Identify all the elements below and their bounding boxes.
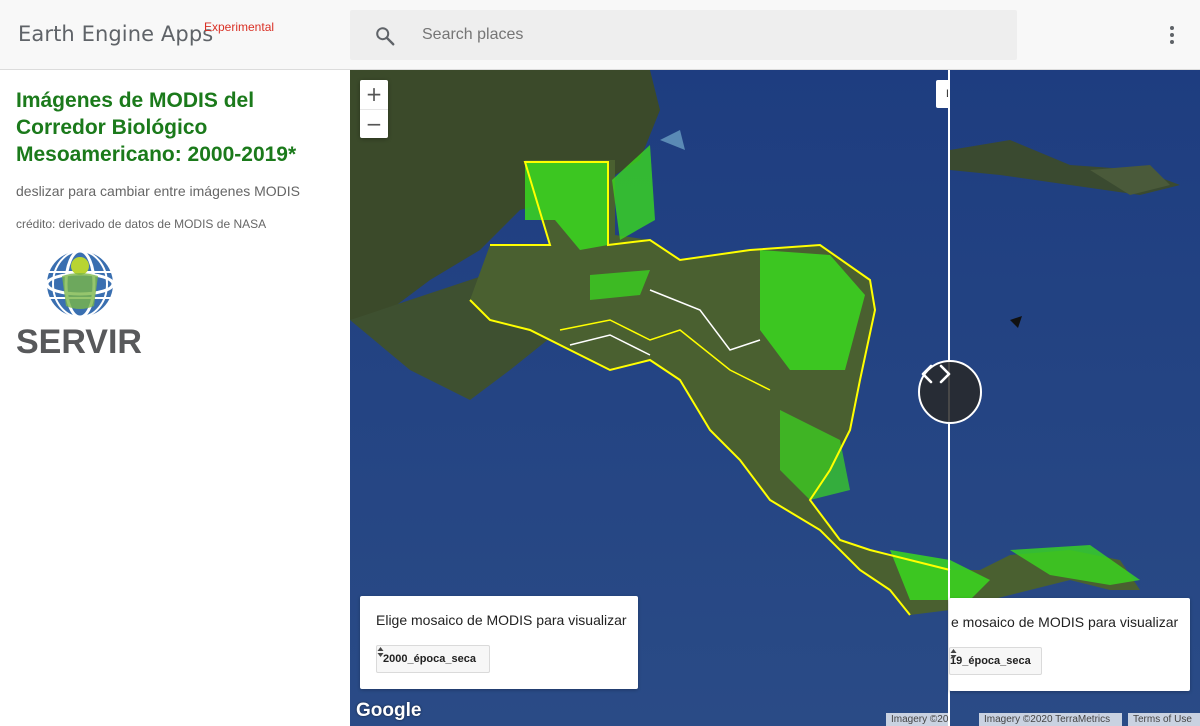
chevron-left-right-icon <box>921 364 951 384</box>
search-box[interactable] <box>350 10 1017 60</box>
select-arrows-icon <box>950 649 957 659</box>
panel-description: deslizar para cambiar entre imágenes MOD… <box>16 183 301 199</box>
mosaic-selector-label: e mosaico de MODIS para visualizar <box>951 614 1179 630</box>
mosaic-selector-right: e mosaico de MODIS para visualizar 19_ép… <box>949 598 1190 691</box>
search-input[interactable] <box>422 10 992 60</box>
split-handle[interactable] <box>918 360 982 424</box>
zoom-out-button[interactable]: − <box>360 109 388 138</box>
map-attribution-left: Imagery ©20 <box>886 713 949 726</box>
servir-logo: SERVIR <box>16 249 142 358</box>
mosaic-select-right[interactable]: 19_época_seca <box>949 647 1042 675</box>
mosaic-selector-label: Elige mosaico de MODIS para visualizar <box>376 612 627 628</box>
app-header: Earth Engine Apps Experimental <box>0 0 1200 70</box>
app-brand[interactable]: Earth Engine Apps <box>18 22 213 46</box>
select-arrows-icon <box>377 647 384 657</box>
side-panel: Imágenes de MODIS del Corredor Biológico… <box>0 70 350 726</box>
panel-credit: crédito: derivado de datos de MODIS de N… <box>16 217 267 231</box>
mosaic-selector-left: Elige mosaico de MODIS para visualizar 2… <box>360 596 638 689</box>
google-logo: Google <box>356 700 422 721</box>
zoom-in-button[interactable]: + <box>360 80 388 109</box>
zoom-control: + − <box>360 80 388 138</box>
experimental-badge: Experimental <box>204 20 275 34</box>
map-canvas[interactable]: + − L Elige mosaico de MODIS para visual… <box>350 70 1200 726</box>
terms-of-use-link[interactable]: Terms of Use <box>1128 713 1200 726</box>
mosaic-select-left[interactable]: 2000_época_seca <box>376 645 490 673</box>
mosaic-select-value: 19_época_seca <box>950 655 1031 667</box>
search-icon <box>376 27 395 46</box>
page-title: Imágenes de MODIS del Corredor Biológico… <box>16 89 297 166</box>
more-vert-icon[interactable] <box>1162 24 1182 46</box>
map-attribution-right: Imagery ©2020 TerraMetrics <box>979 713 1122 726</box>
logo-text: SERVIR <box>16 323 142 358</box>
mosaic-select-value: 2000_época_seca <box>383 653 476 665</box>
